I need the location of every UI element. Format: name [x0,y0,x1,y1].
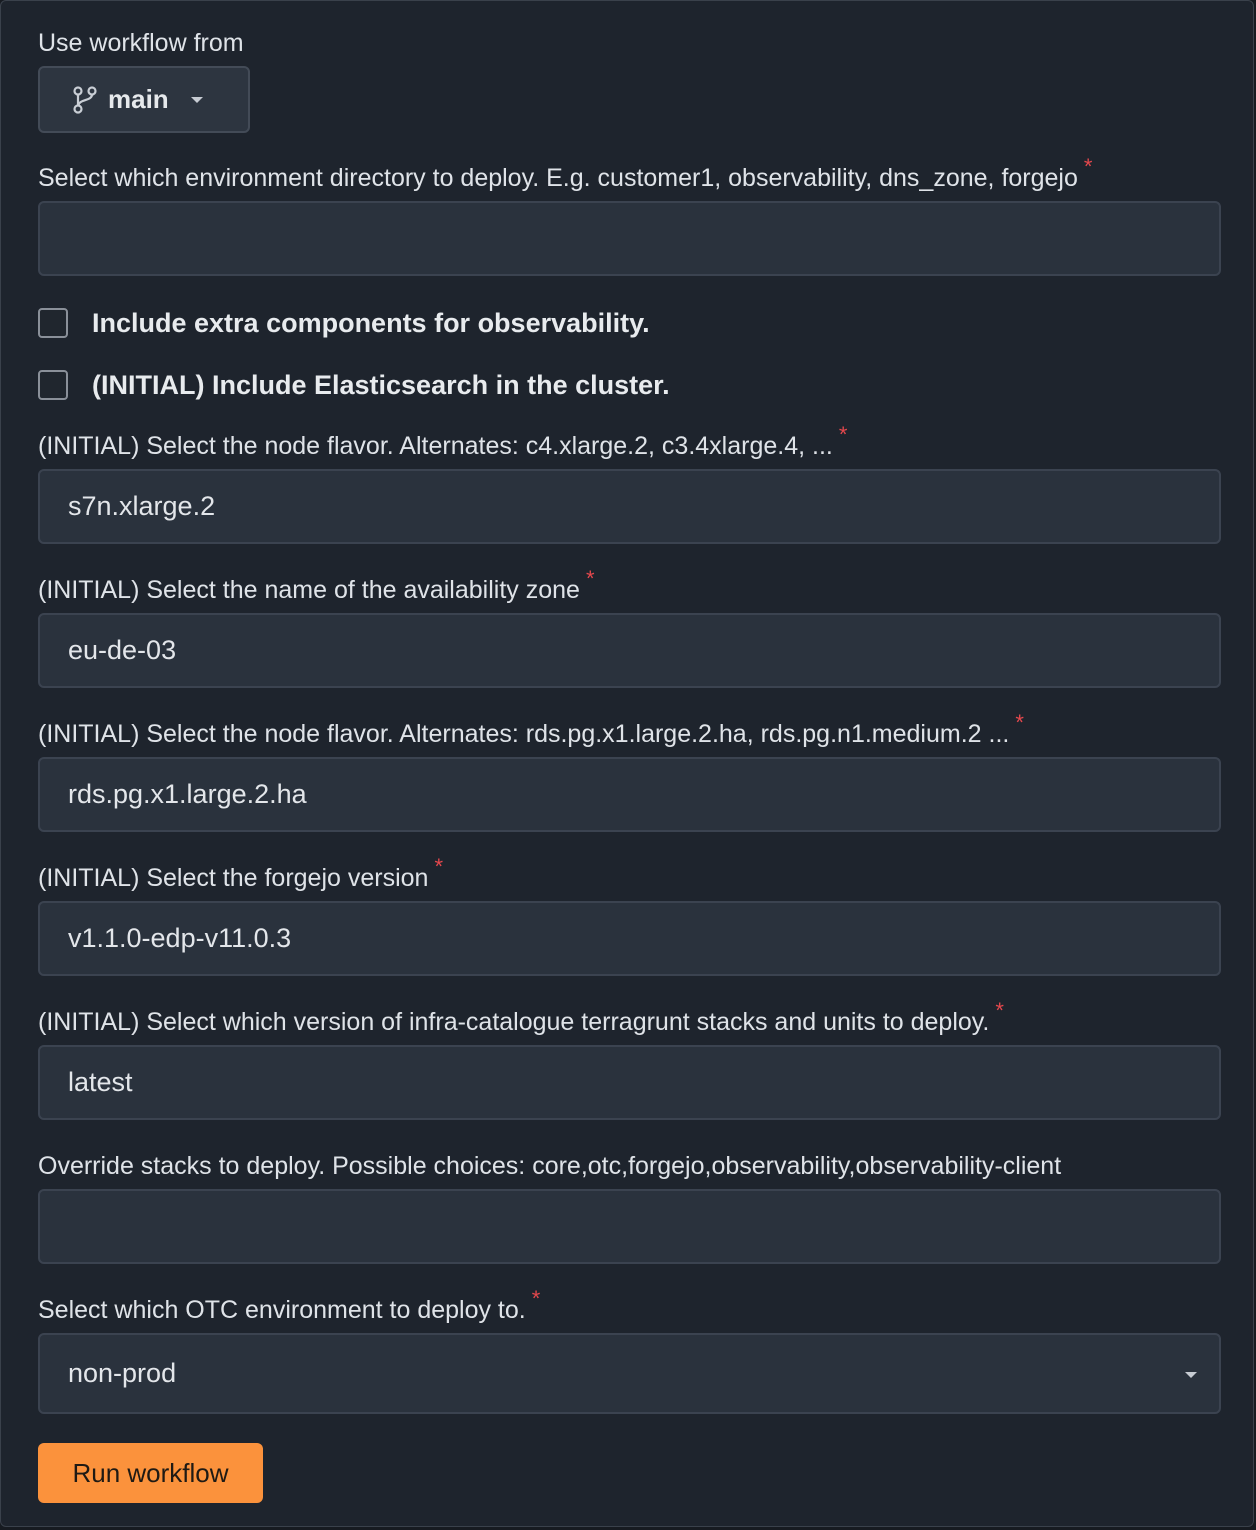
environment-directory-input[interactable] [38,201,1221,276]
elasticsearch-checkbox[interactable] [38,370,68,400]
elasticsearch-checkbox-label[interactable]: (INITIAL) Include Elasticsearch in the c… [92,369,670,401]
run-workflow-button[interactable]: Run workflow [38,1443,263,1503]
otc-environment-select[interactable]: non-prod [38,1333,1221,1414]
required-marker: * [585,566,595,591]
infra-catalogue-version-label: (INITIAL) Select which version of infra-… [38,998,1004,1036]
forgejo-version-label: (INITIAL) Select the forgejo version * [38,854,444,892]
required-marker: * [434,854,444,879]
override-stacks-input[interactable] [38,1189,1221,1264]
db-node-flavor-input[interactable]: rds.pg.x1.large.2.ha [38,757,1221,832]
availability-zone-label: (INITIAL) Select the name of the availab… [38,566,595,604]
required-marker: * [531,1286,541,1311]
forgejo-version-input[interactable]: v1.1.0-edp-v11.0.3 [38,901,1221,976]
node-flavor-input[interactable]: s7n.xlarge.2 [38,469,1221,544]
node-flavor-label: (INITIAL) Select the node flavor. Altern… [38,422,848,460]
branch-name: main [108,84,169,114]
workflow-dispatch-panel: Use workflow from main Select which envi… [0,0,1254,1527]
required-marker: * [1083,154,1093,179]
environment-directory-label: Select which environment directory to de… [38,154,1093,192]
required-marker: * [1015,710,1024,735]
otc-environment-value: non-prod [68,1358,177,1388]
observability-checkbox-label[interactable]: Include extra components for observabili… [92,307,650,339]
db-node-flavor-label: (INITIAL) Select the node flavor. Altern… [38,710,1024,748]
otc-environment-label: Select which OTC environment to deploy t… [38,1286,541,1324]
override-stacks-label: Override stacks to deploy. Possible choi… [38,1152,1062,1180]
availability-zone-input[interactable]: eu-de-03 [38,613,1221,688]
observability-checkbox[interactable] [38,308,68,338]
chevron-down-icon [190,96,203,103]
required-marker: * [838,422,848,447]
infra-catalogue-version-input[interactable]: latest [38,1045,1221,1120]
workflow-source-label: Use workflow from [38,29,244,57]
git-branch-icon [72,85,98,115]
branch-select-button[interactable]: main [38,66,250,133]
required-marker: * [995,998,1004,1023]
chevron-down-icon [1185,1372,1197,1378]
